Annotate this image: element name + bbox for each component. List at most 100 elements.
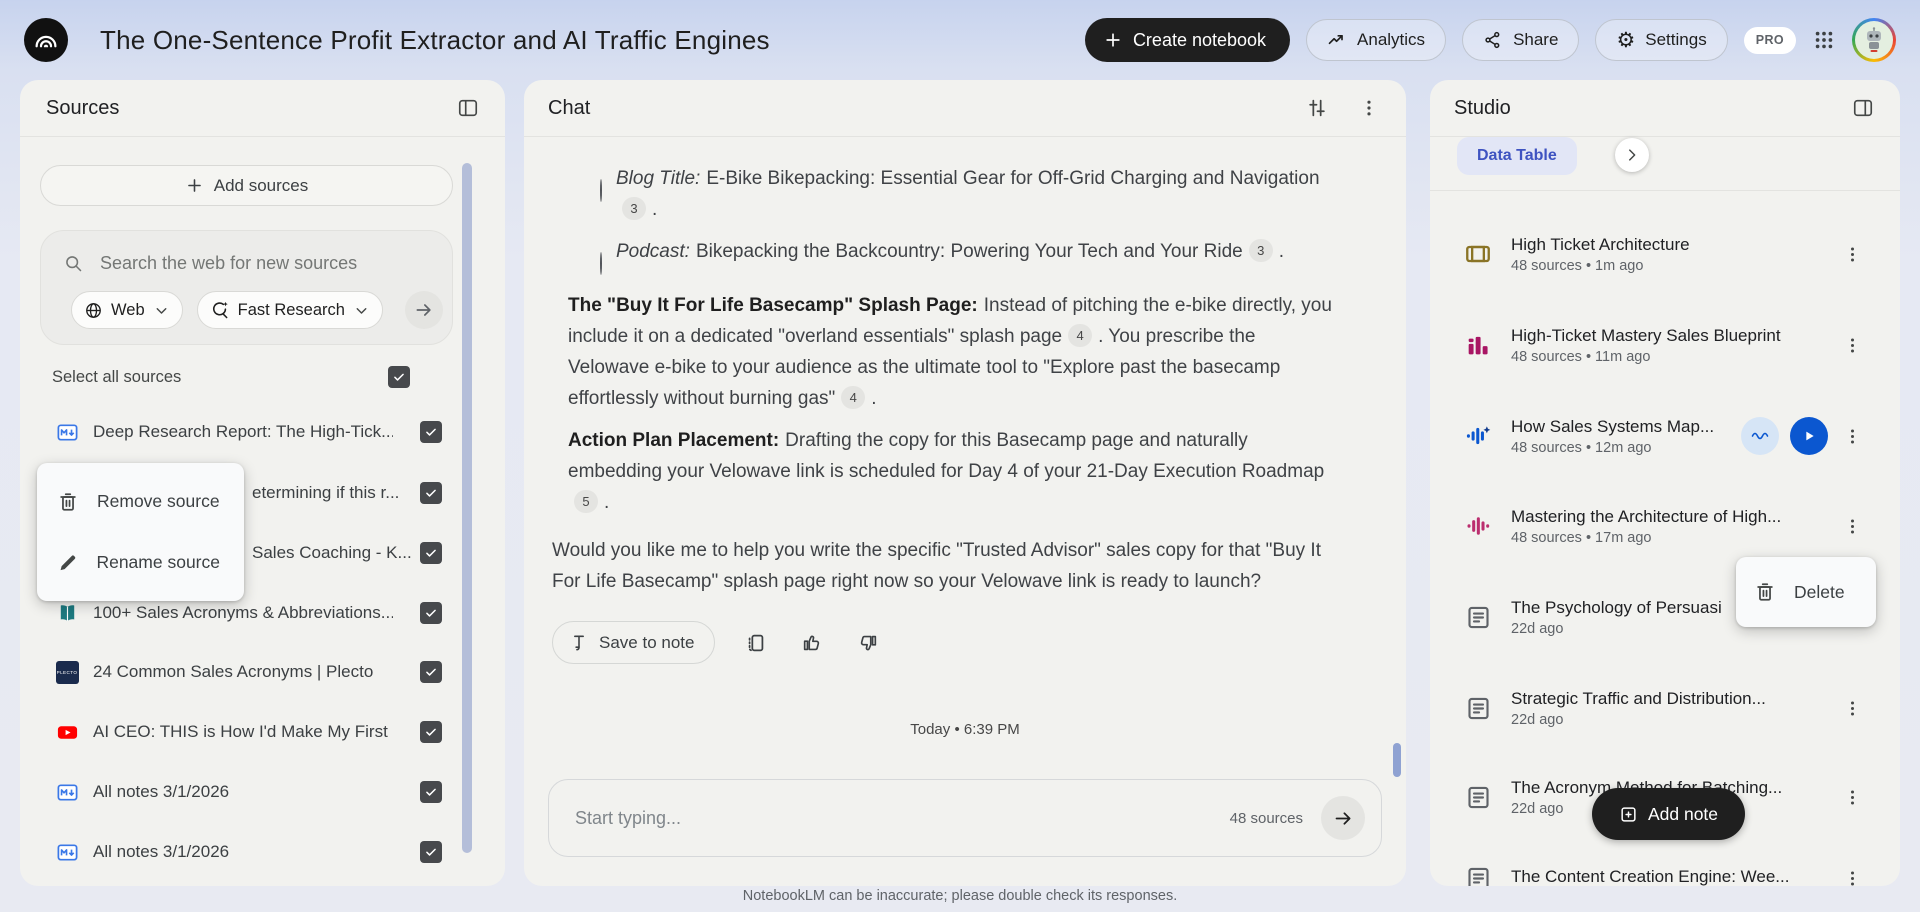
chat-more-options-icon[interactable] <box>1354 93 1384 123</box>
delete-menu-item[interactable]: Delete <box>1736 562 1876 622</box>
bullet-text: Bikepacking the Backcountry: Powering Yo… <box>695 241 1243 262</box>
studio-item[interactable]: Mastering the Architecture of High... 48… <box>1430 503 1900 549</box>
chevron-down-icon <box>356 307 367 314</box>
source-row[interactable]: AI CEO: THIS is How I'd Make My First ..… <box>20 710 505 754</box>
bullet-lead: The "Buy It For Life Basecamp" Splash Pa… <box>568 295 978 316</box>
citation-chip[interactable]: 4 <box>1068 324 1093 347</box>
studio-item-meta: 22d ago <box>1511 620 1564 637</box>
send-button[interactable] <box>1321 796 1365 840</box>
studio-context-menu: Delete <box>1736 557 1876 627</box>
source-row[interactable]: PLECTO 24 Common Sales Acronyms | Plecto <box>20 650 505 694</box>
more-options-icon[interactable] <box>1838 864 1866 886</box>
rename-source-menu-item[interactable]: Rename source <box>37 532 244 593</box>
notebooklm-logo[interactable] <box>24 18 68 62</box>
studio-item[interactable]: How Sales Systems Map... 48 sources • 12… <box>1430 413 1900 459</box>
share-icon <box>1485 31 1500 49</box>
apps-grid-icon[interactable] <box>1812 28 1836 52</box>
search-sources-input[interactable] <box>100 252 436 274</box>
studio-item-title: High-Ticket Mastery Sales Blueprint <box>1511 325 1781 345</box>
studio-item[interactable]: High Ticket Architecture 48 sources • 1m… <box>1430 231 1900 277</box>
research-mode-dropdown[interactable]: Fast Research <box>196 291 383 329</box>
chat-input-bar: 48 sources <box>548 779 1382 857</box>
studio-item-meta: 48 sources • 12m ago <box>1511 439 1652 456</box>
robot-avatar-icon <box>1867 27 1881 52</box>
thumbs-down-icon[interactable] <box>853 628 883 658</box>
sources-panel-title: Sources <box>46 96 120 119</box>
select-all-checkbox[interactable] <box>388 366 410 388</box>
copy-icon[interactable] <box>741 628 771 658</box>
studio-item[interactable]: Strategic Traffic and Distribution... 22… <box>1430 685 1900 731</box>
source-checkbox[interactable] <box>420 542 442 564</box>
sources-panel: Sources Add sources Web Fast Research <box>20 80 505 886</box>
user-avatar[interactable] <box>1852 18 1896 62</box>
source-row[interactable]: Deep Research Report: The High-Tick... <box>20 410 505 454</box>
source-title: AI CEO: THIS is How I'd Make My First ..… <box>93 722 393 741</box>
settings-button[interactable]: ⚙ Settings <box>1595 19 1728 61</box>
add-note-button[interactable]: Add note <box>1592 788 1745 840</box>
add-note-label: Add note <box>1647 803 1719 824</box>
citation-chip[interactable]: 3 <box>622 197 646 220</box>
play-button[interactable] <box>1790 417 1828 455</box>
chat-sub-bullet: Blog Title: E-Bike Bikepacking: Essential… <box>552 163 1332 225</box>
source-checkbox[interactable] <box>420 781 442 803</box>
source-checkbox[interactable] <box>420 482 442 504</box>
share-button[interactable]: Share <box>1462 19 1580 61</box>
more-options-icon[interactable] <box>1838 240 1866 268</box>
chat-input[interactable] <box>575 807 1230 829</box>
search-submit-button[interactable] <box>405 291 443 329</box>
search-icon <box>66 255 82 271</box>
analytics-button[interactable]: Analytics <box>1306 19 1447 61</box>
save-to-note-button[interactable]: Save to note <box>552 621 716 664</box>
data-table-chip[interactable]: Data Table <box>1457 137 1577 175</box>
create-notebook-button[interactable]: Create notebook <box>1084 18 1291 62</box>
sources-count: 48 sources <box>1229 809 1303 827</box>
sources-scrollbar[interactable] <box>462 163 472 853</box>
citation-chip[interactable]: 4 <box>841 386 866 409</box>
pencil-icon <box>60 555 76 570</box>
chat-panel: Chat Blog Title: E-Bike Bikepacking: Esse… <box>524 80 1406 886</box>
source-row[interactable]: All notes 3/1/2026 <box>20 830 505 874</box>
share-label: Share <box>1513 30 1559 49</box>
web-dropdown-label: Web <box>111 300 145 319</box>
studio-item-title: The Psychology of Persuasi <box>1511 597 1722 617</box>
collapse-panel-icon[interactable] <box>453 93 483 123</box>
studio-item[interactable]: High-Ticket Mastery Sales Blueprint 48 s… <box>1430 322 1900 368</box>
source-checkbox[interactable] <box>420 661 442 683</box>
chat-scrollbar[interactable] <box>1393 743 1401 777</box>
add-sources-button[interactable]: Add sources <box>40 165 453 206</box>
citation-chip[interactable]: 5 <box>574 490 598 513</box>
citation-chip[interactable]: 3 <box>1248 239 1273 262</box>
web-source-dropdown[interactable]: Web <box>71 291 183 329</box>
source-checkbox[interactable] <box>420 421 442 443</box>
source-checkbox[interactable] <box>420 602 442 624</box>
source-title: Sales Coaching - K... <box>252 543 412 562</box>
source-title: 100+ Sales Acronyms & Abbreviations... <box>93 603 393 622</box>
chat-bullet: The "Buy It For Life Basecamp" Splash Pa… <box>568 295 1332 409</box>
more-options-icon[interactable] <box>1838 422 1866 450</box>
collapse-panel-icon[interactable] <box>1848 93 1878 123</box>
disclaimer-text: NotebookLM can be inaccurate; please dou… <box>742 888 1178 904</box>
notebook-title[interactable]: The One-Sentence Profit Extractor and AI… <box>100 0 770 80</box>
more-options-icon[interactable] <box>1838 512 1866 540</box>
studio-item[interactable]: The Content Creation Engine: Wee... <box>1430 855 1900 886</box>
chip-scroll-right-button[interactable] <box>1615 138 1649 172</box>
markdown-source-icon <box>55 840 79 864</box>
chat-settings-icon[interactable] <box>1302 93 1332 123</box>
studio-item-title: How Sales Systems Map... <box>1511 416 1715 436</box>
remove-source-menu-item[interactable]: Remove source <box>37 471 244 532</box>
audio-overview-icon <box>1463 421 1493 451</box>
remove-source-label: Remove source <box>97 491 220 511</box>
report-doc-icon <box>1463 782 1493 812</box>
bullet-lead: Action Plan Placement: <box>568 430 780 451</box>
interactive-mode-button[interactable] <box>1741 417 1779 455</box>
blog-title-lead: Blog Title: <box>616 168 701 189</box>
more-options-icon[interactable] <box>1838 783 1866 811</box>
source-row[interactable]: All notes 3/1/2026 <box>20 770 505 814</box>
more-options-icon[interactable] <box>1838 694 1866 722</box>
chat-panel-title: Chat <box>548 96 591 119</box>
source-checkbox[interactable] <box>420 841 442 863</box>
more-options-icon[interactable] <box>1838 331 1866 359</box>
source-checkbox[interactable] <box>420 721 442 743</box>
trash-icon <box>1757 583 1773 601</box>
thumbs-up-icon[interactable] <box>797 628 827 658</box>
